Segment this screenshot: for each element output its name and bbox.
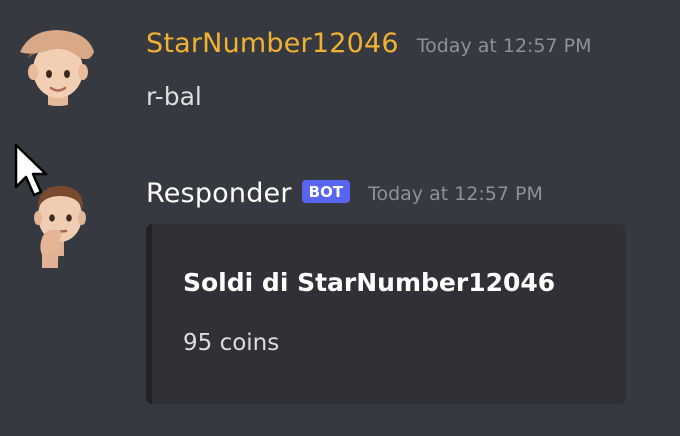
username[interactable]: StarNumber12046 (146, 28, 399, 59)
embed-description: 95 coins (183, 330, 280, 356)
memoji-avatar-icon[interactable] (16, 22, 100, 106)
message-content: r-bal (146, 82, 202, 111)
message-1: StarNumber12046 Today at 12:57 PM r-bal (0, 22, 680, 132)
bot-badge: BOT (301, 179, 351, 204)
message-header: StarNumber12046 Today at 12:57 PM (146, 28, 592, 59)
timestamp[interactable]: Today at 12:57 PM (417, 35, 592, 57)
timestamp[interactable]: Today at 12:57 PM (368, 183, 543, 205)
message-2: Responder BOT Today at 12:57 PM Soldi di… (0, 168, 680, 418)
username[interactable]: Responder (146, 178, 292, 209)
embed-card: Soldi di StarNumber12046 95 coins (146, 224, 626, 404)
message-header: Responder BOT Today at 12:57 PM (146, 178, 543, 209)
mouse-cursor-icon (14, 143, 48, 199)
embed-title: Soldi di StarNumber12046 (183, 268, 556, 297)
